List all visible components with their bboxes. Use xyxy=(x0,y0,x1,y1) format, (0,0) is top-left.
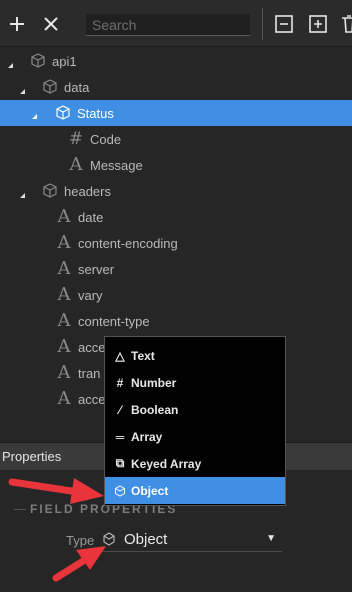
expanded-arrow-icon[interactable] xyxy=(20,188,25,198)
close-icon[interactable] xyxy=(40,13,62,35)
expanded-arrow-icon[interactable] xyxy=(32,109,37,119)
tree-item-server[interactable]: A server xyxy=(56,256,115,282)
plus-square-icon[interactable] xyxy=(307,13,329,35)
dropdown-item-text[interactable]: △ Text xyxy=(105,342,285,369)
minus-square-icon[interactable] xyxy=(273,13,295,35)
type-dropdown-menu: △ Text # Number ⁄ Boolean ═ Array ⧉ Keye… xyxy=(104,336,286,506)
dropdown-item-number[interactable]: # Number xyxy=(105,369,285,396)
text-icon: A xyxy=(57,362,71,383)
tree-item-label: api1 xyxy=(52,53,77,69)
tree-item-label: tran xyxy=(78,365,101,381)
tree-item-label: vary xyxy=(78,287,103,303)
dropdown-item-label: Boolean xyxy=(131,402,179,417)
text-icon: △ xyxy=(115,348,125,363)
tree-item-label: acce xyxy=(78,339,106,355)
tree-item-label: data xyxy=(64,79,90,95)
dropdown-item-boolean[interactable]: ⁄ Boolean xyxy=(105,396,285,423)
text-icon: A xyxy=(57,232,71,253)
tree-item-code[interactable]: # Code xyxy=(68,126,121,152)
tree-item-label: content-encoding xyxy=(78,235,178,251)
tree-item-message[interactable]: A Message xyxy=(68,152,143,178)
tree-item-accept[interactable]: A acce xyxy=(56,334,106,360)
tree-item-api1[interactable]: api1 xyxy=(30,48,77,74)
dropdown-item-label: Number xyxy=(131,375,177,390)
annotation-arrow-icon xyxy=(8,478,104,504)
tree-item-status[interactable]: Status xyxy=(0,100,352,126)
expanded-arrow-icon[interactable] xyxy=(20,84,25,94)
tree-item-label: server xyxy=(78,261,115,277)
cube-icon xyxy=(31,53,45,68)
chevron-down-icon: ▼ xyxy=(266,533,276,544)
dropdown-item-keyed-array[interactable]: ⧉ Keyed Array xyxy=(105,450,285,477)
tree-item-label: Code xyxy=(90,131,122,147)
text-icon: A xyxy=(57,258,71,279)
number-icon: # xyxy=(116,375,124,390)
dropdown-item-label: Text xyxy=(131,348,155,363)
type-select[interactable]: Object ▼ xyxy=(102,527,282,552)
tree-item-label: Status xyxy=(77,105,114,121)
tree-item-vary[interactable]: A vary xyxy=(56,282,103,308)
tree-item-accept-2[interactable]: A acce xyxy=(56,386,106,412)
cube-icon xyxy=(56,105,70,120)
cube-icon xyxy=(43,183,57,198)
expanded-arrow-icon[interactable] xyxy=(8,58,13,68)
text-icon: A xyxy=(57,310,71,331)
tree-item-transfer[interactable]: A tran xyxy=(56,360,101,386)
text-icon: A xyxy=(69,154,83,175)
tree-item-headers[interactable]: headers xyxy=(42,178,111,204)
tree-item-label: date xyxy=(78,209,104,225)
boolean-icon: ⁄ xyxy=(118,402,121,417)
annotation-arrow-icon xyxy=(52,546,106,582)
text-icon: A xyxy=(57,336,71,357)
toolbar xyxy=(0,0,352,47)
tree-item-label: Message xyxy=(90,157,143,173)
type-select-value: Object xyxy=(124,530,168,548)
cube-icon xyxy=(113,484,127,497)
tree-item-content-type[interactable]: A content-type xyxy=(56,308,150,334)
dropdown-item-label: Object xyxy=(131,483,169,498)
tree-item-date[interactable]: A date xyxy=(56,204,104,230)
text-icon: A xyxy=(57,388,71,409)
dropdown-item-array[interactable]: ═ Array xyxy=(105,423,285,450)
tree-item-content-encoding[interactable]: A content-encoding xyxy=(56,230,178,256)
dropdown-item-label: Keyed Array xyxy=(131,456,202,471)
properties-title: Properties xyxy=(2,449,62,464)
toolbar-divider xyxy=(262,8,263,40)
cube-icon xyxy=(43,79,57,94)
number-icon: # xyxy=(68,128,84,149)
tree-item-label: content-type xyxy=(78,313,150,329)
dropdown-item-object[interactable]: Object xyxy=(105,477,285,504)
dropdown-item-label: Array xyxy=(131,429,163,444)
tree-item-label: headers xyxy=(64,183,111,199)
tree-item-data[interactable]: data xyxy=(42,74,89,100)
plus-icon[interactable] xyxy=(6,13,28,35)
keyed-array-icon: ⧉ xyxy=(115,456,125,470)
text-icon: A xyxy=(57,284,71,305)
array-icon: ═ xyxy=(115,429,125,444)
text-icon: A xyxy=(57,206,71,227)
trash-icon[interactable] xyxy=(338,13,352,35)
tree-item-label: acce xyxy=(78,391,106,407)
search-input[interactable] xyxy=(86,14,250,36)
